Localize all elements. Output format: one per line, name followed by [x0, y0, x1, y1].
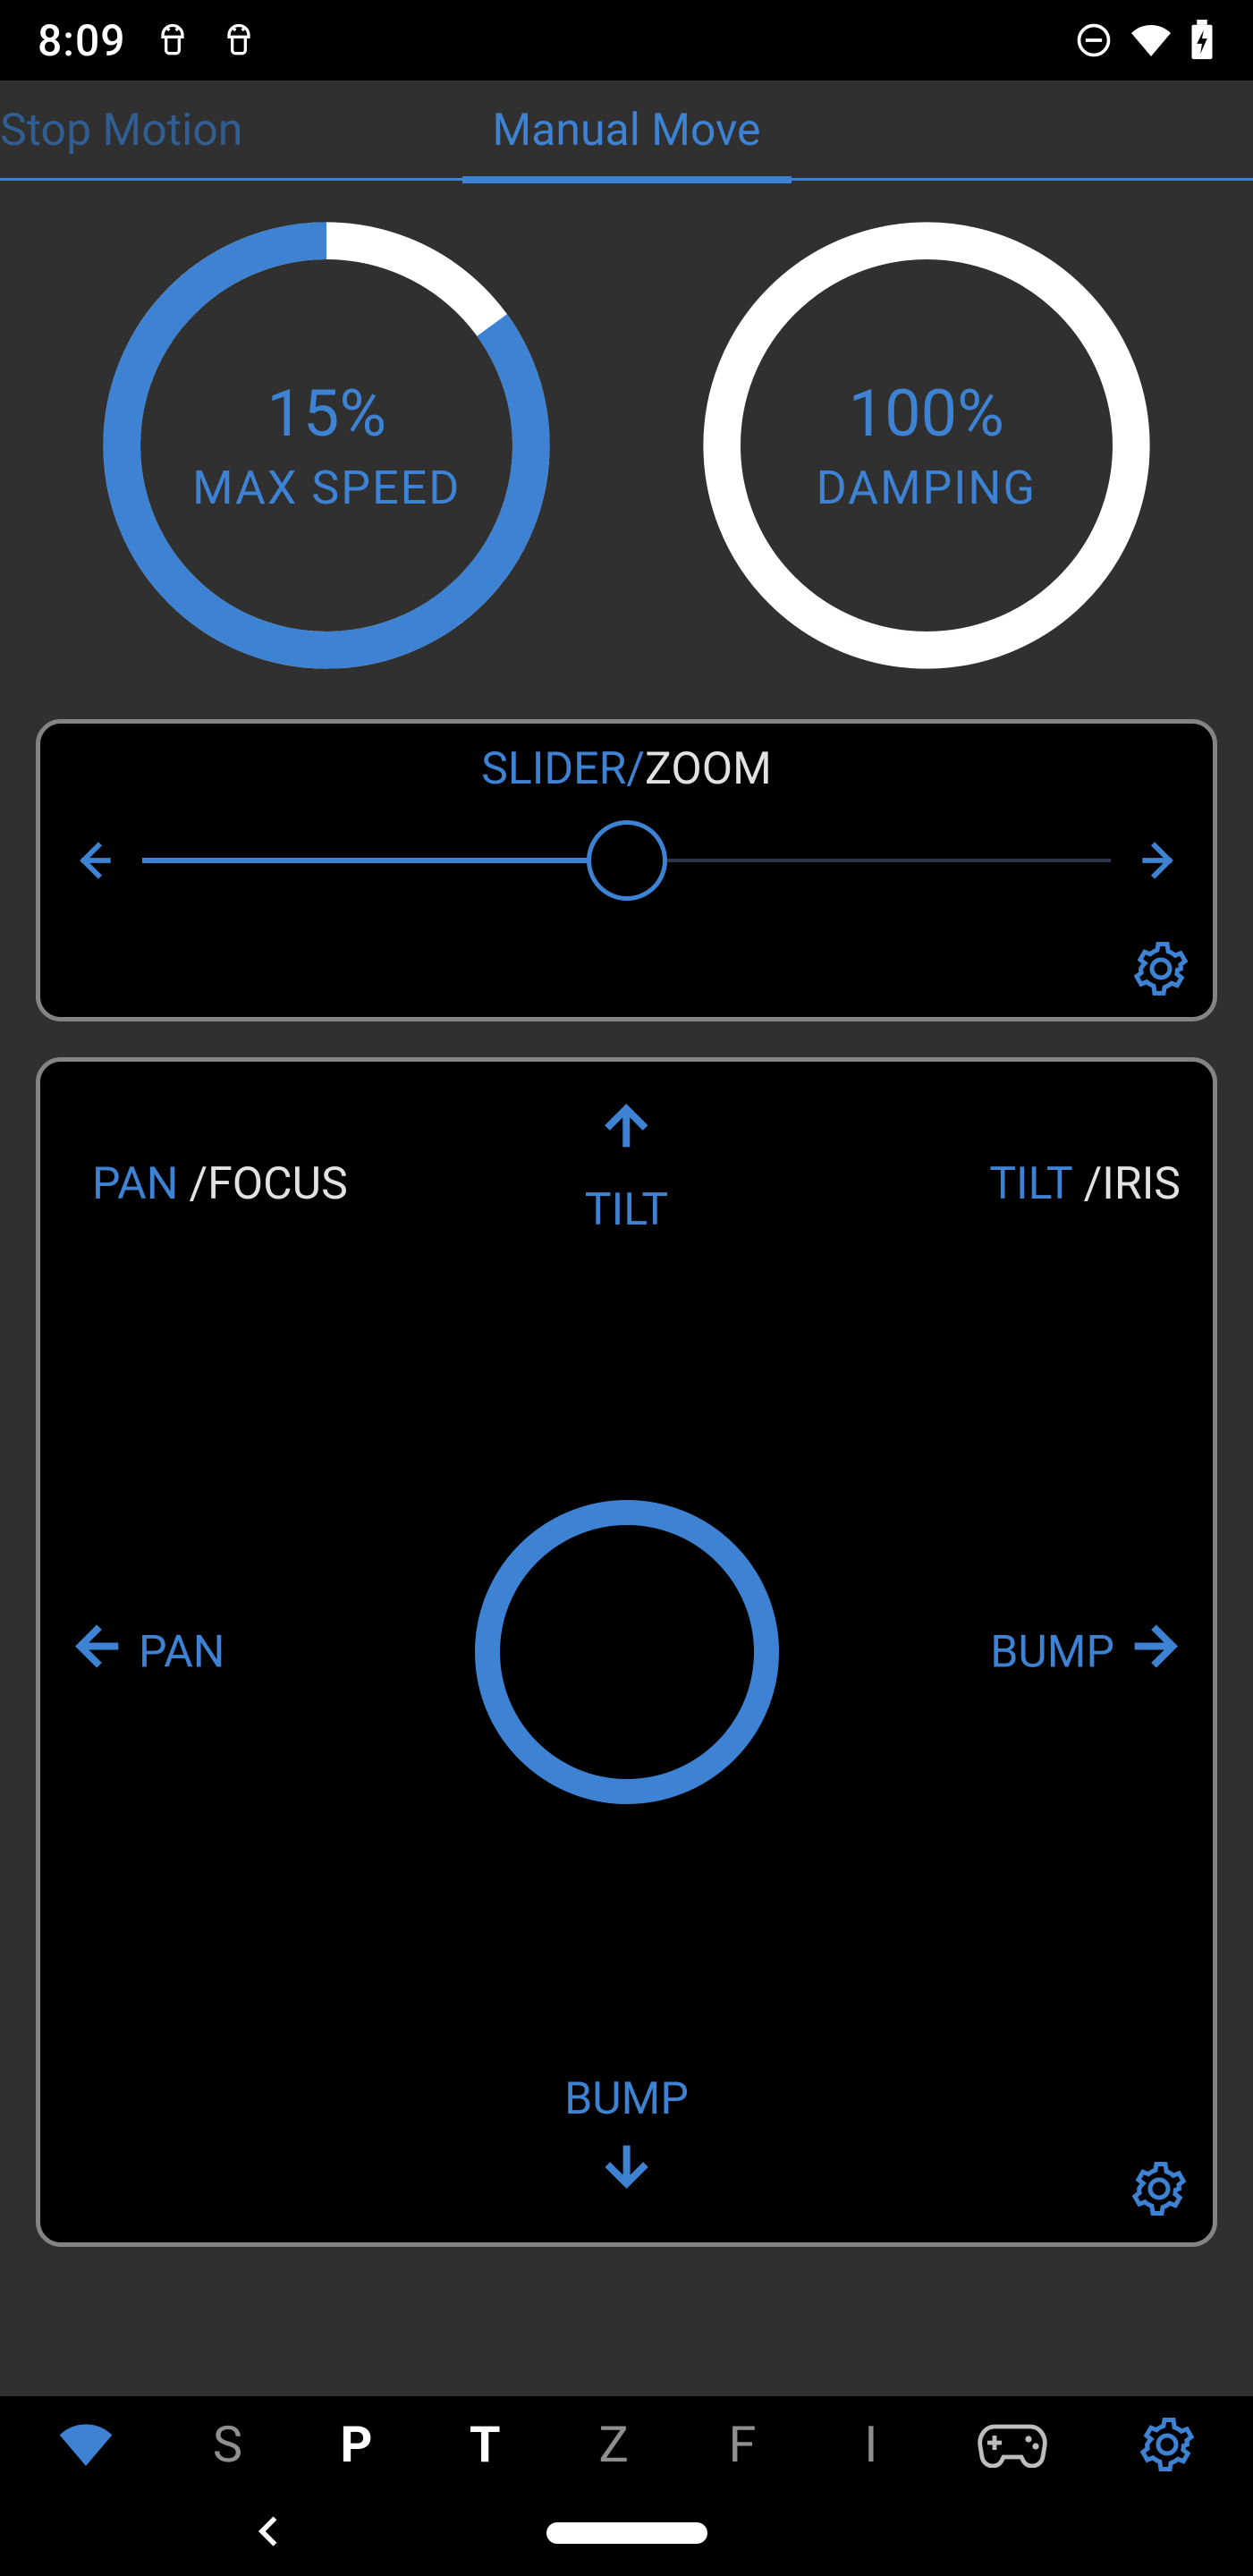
damping-gauge[interactable]: 100% DAMPING [694, 213, 1159, 678]
tab-manual-move-label: Manual Move [493, 105, 761, 157]
pan-left-label: PAN [139, 1626, 224, 1678]
gauges-row: 15% MAX SPEED 100% DAMPING [0, 213, 1253, 703]
axis-z-button[interactable]: Z [549, 2415, 678, 2474]
arrow-left-icon [71, 1618, 128, 1687]
slider-title-blue: SLIDER/ [481, 743, 645, 795]
mode-tab-bar: Stop Motion Manual Move [0, 80, 1253, 181]
battery-charging-icon [1189, 20, 1215, 61]
nav-back-button[interactable] [250, 2512, 290, 2555]
manual-move-page: 15% MAX SPEED 100% DAMPING SLIDER/ZOOM [0, 181, 1253, 2396]
joystick-thumb[interactable] [475, 1500, 779, 1804]
slider-track[interactable] [142, 834, 1111, 887]
nav-home-pill[interactable] [546, 2522, 707, 2544]
axis-i-button[interactable]: I [807, 2415, 936, 2474]
pan-focus-white: /FOCUS [189, 1158, 347, 1210]
pan-focus-label: PAN/FOCUS [92, 1158, 348, 1210]
dnd-icon [1074, 21, 1113, 60]
damping-label: DAMPING [817, 461, 1037, 515]
slider-zoom-title: SLIDER/ZOOM [67, 743, 1186, 795]
axis-f-button[interactable]: F [678, 2415, 807, 2474]
android-nav-bar [0, 2493, 1253, 2573]
max-speed-value: 15% [192, 376, 461, 452]
arrow-right-icon [1125, 1618, 1182, 1687]
tab-manual-move[interactable]: Manual Move [462, 80, 792, 181]
slider-track-fill [142, 858, 627, 863]
slider-title-white: ZOOM [645, 743, 772, 795]
bugdroid-icon-1 [153, 21, 192, 60]
tilt-iris-blue: TILT [989, 1158, 1072, 1210]
joystick-settings-button[interactable] [1132, 2162, 1186, 2219]
slider-right-button[interactable] [1132, 835, 1186, 886]
slider-zoom-panel: SLIDER/ZOOM [36, 719, 1217, 1021]
arrow-down-icon [598, 2136, 656, 2205]
axis-p-button[interactable]: P [292, 2415, 420, 2474]
axis-t-label: T [470, 2415, 501, 2474]
app-settings-button[interactable] [1089, 2418, 1244, 2471]
max-speed-gauge[interactable]: 15% MAX SPEED [94, 213, 559, 678]
connection-wifi-icon[interactable] [9, 2416, 164, 2473]
tilt-up-button[interactable]: TILT [585, 1099, 668, 1236]
axis-s-label: S [213, 2415, 242, 2474]
bump-down-label: BUMP [564, 2073, 689, 2125]
axis-f-label: F [729, 2415, 757, 2474]
axis-toolbar: S P T Z F I [0, 2396, 1253, 2493]
tilt-iris-white: /IRIS [1084, 1158, 1181, 1210]
axis-z-label: Z [598, 2415, 629, 2474]
status-time: 8:09 [38, 15, 126, 66]
tab-stop-motion[interactable]: Stop Motion [0, 80, 273, 181]
slider-settings-button[interactable] [1134, 942, 1188, 999]
bugdroid-icon-2 [219, 21, 258, 60]
arrow-up-icon [597, 1099, 655, 1168]
bump-down-button[interactable]: BUMP [564, 2073, 689, 2205]
tilt-up-label: TILT [585, 1184, 668, 1236]
slider-track-empty [627, 859, 1112, 862]
bump-right-label: BUMP [990, 1626, 1114, 1678]
pan-tilt-joystick-panel: PAN/FOCUS TILT/IRIS TILT PAN BUMP BUMP [36, 1057, 1217, 2247]
slider-left-button[interactable] [67, 835, 121, 886]
pan-focus-blue: PAN [92, 1158, 178, 1210]
bump-right-button[interactable]: BUMP [990, 1618, 1182, 1687]
android-status-bar: 8:09 [0, 0, 1253, 80]
tilt-iris-label: TILT/IRIS [989, 1158, 1181, 1210]
axis-t-button[interactable]: T [420, 2415, 549, 2474]
tab-stop-motion-label: Stop Motion [0, 105, 242, 157]
axis-i-label: I [864, 2415, 877, 2474]
pan-left-button[interactable]: PAN [71, 1618, 224, 1687]
slider-thumb[interactable] [587, 820, 667, 901]
wifi-icon [1130, 19, 1173, 62]
axis-s-button[interactable]: S [164, 2415, 292, 2474]
damping-value: 100% [817, 376, 1037, 452]
gamepad-button[interactable] [936, 2421, 1090, 2468]
max-speed-label: MAX SPEED [192, 461, 461, 515]
axis-p-label: P [340, 2415, 372, 2474]
